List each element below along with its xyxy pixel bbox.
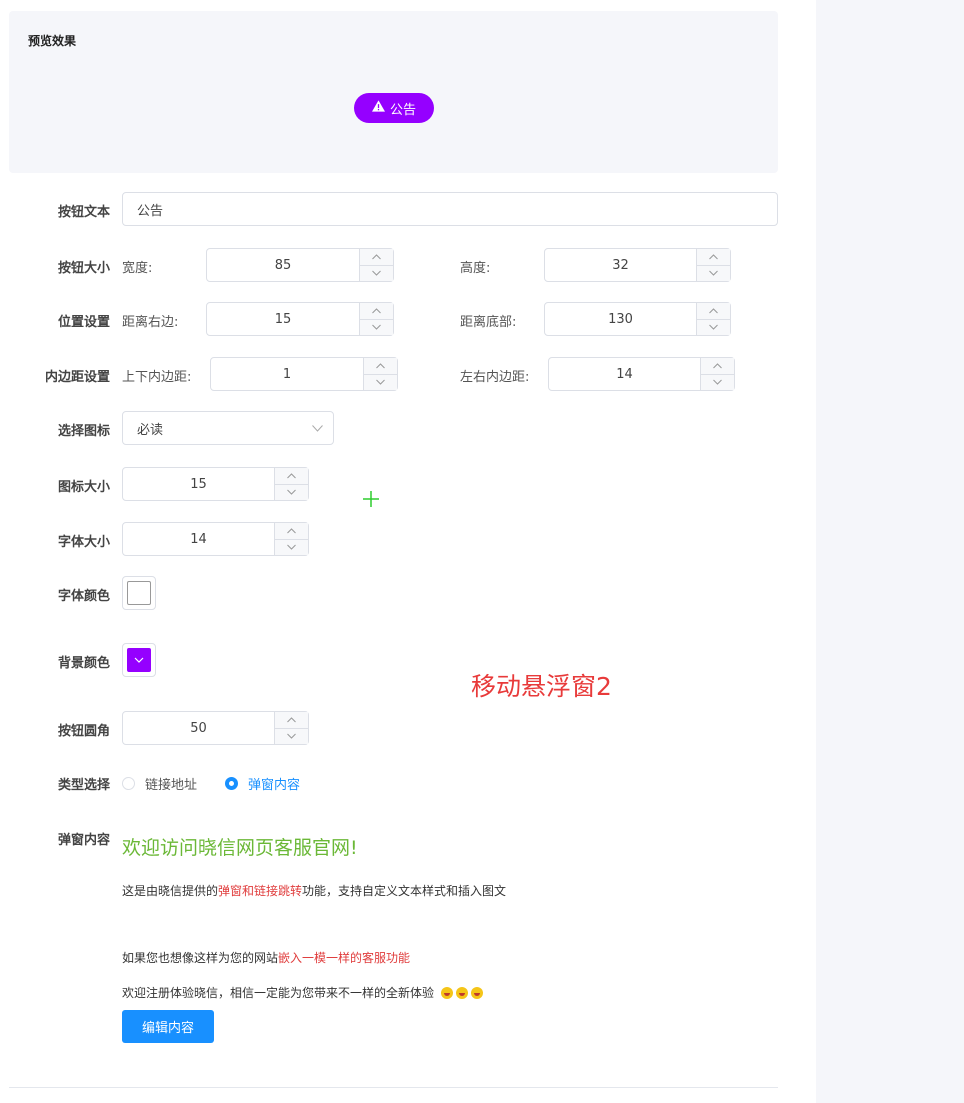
- font-size-label: 字体大小: [57, 535, 110, 550]
- vertical-padding-stepper[interactable]: 1: [210, 357, 398, 391]
- popup-line-1-red: 弹窗和链接跳转: [218, 884, 303, 898]
- horizontal-padding-label: 左右内边距:: [460, 370, 530, 385]
- chevron-down-icon[interactable]: [360, 318, 393, 336]
- padding-label: 内边距设置: [44, 370, 110, 385]
- bottom-distance-label: 距离底部:: [460, 315, 517, 330]
- right-distance-stepper[interactable]: 15: [206, 302, 394, 336]
- horizontal-padding-value: 14: [616, 366, 633, 382]
- chevron-down-icon[interactable]: [275, 483, 308, 501]
- font-color-swatch: [127, 581, 151, 605]
- chevron-up-icon[interactable]: [360, 303, 393, 319]
- chevron-down-icon[interactable]: [697, 318, 730, 336]
- chevron-up-icon[interactable]: [697, 303, 730, 319]
- radio-circle-checked: [225, 777, 238, 790]
- popup-line-2-pre: 如果您也想像这样为您的网站: [122, 951, 279, 965]
- icon-select-label: 选择图标: [57, 424, 110, 439]
- divider: [9, 1087, 778, 1088]
- popup-line-3: 欢迎注册体验晓信，相信一定能为您带来不一样的全新体验: [122, 984, 483, 1001]
- button-size-label: 按钮大小: [57, 261, 110, 276]
- radio-circle: [122, 777, 135, 790]
- crosshair-cursor-icon: [363, 491, 379, 507]
- chevron-up-icon[interactable]: [275, 712, 308, 728]
- chevron-down-icon[interactable]: [275, 538, 308, 556]
- button-text-input[interactable]: 公告: [122, 192, 778, 226]
- chevron-up-icon[interactable]: [701, 358, 734, 374]
- popup-line-3-text: 欢迎注册体验晓信，相信一定能为您带来不一样的全新体验: [122, 986, 435, 1000]
- icon-size-value: 15: [190, 476, 207, 492]
- bottom-distance-value: 130: [608, 311, 633, 327]
- position-label: 位置设置: [57, 315, 110, 330]
- radius-label: 按钮圆角: [57, 724, 110, 739]
- icon-select-value: 必读: [137, 422, 164, 438]
- font-color-picker[interactable]: [122, 576, 156, 610]
- chevron-down-icon[interactable]: [364, 373, 397, 391]
- font-color-label: 字体颜色: [57, 589, 110, 604]
- icon-select[interactable]: 必读: [122, 411, 334, 445]
- icon-size-stepper[interactable]: 15: [122, 467, 309, 501]
- preview-notice-button[interactable]: 公告: [354, 93, 434, 123]
- popup-line-2: 如果您也想像这样为您的网站嵌入一模一样的客服功能: [122, 949, 410, 966]
- preview-button-label: 公告: [389, 102, 416, 118]
- chevron-down-icon: [134, 657, 144, 663]
- preview-title: 预览效果: [28, 34, 77, 48]
- chevron-down-icon[interactable]: [701, 373, 734, 391]
- bg-color-label: 背景颜色: [57, 656, 110, 671]
- vertical-padding-label: 上下内边距:: [122, 370, 192, 385]
- popup-line-1-post: 功能，支持自定义文本样式和插入图文: [302, 884, 507, 898]
- popup-content-label: 弹窗内容: [57, 833, 110, 848]
- radio-link-option[interactable]: 链接地址: [122, 774, 197, 793]
- watermark-text: 移动悬浮窗2: [471, 672, 612, 701]
- radius-stepper[interactable]: 50: [122, 711, 309, 745]
- width-value: 85: [274, 257, 292, 273]
- chevron-down-icon: [312, 421, 323, 436]
- popup-line-2-red: 嵌入一模一样的客服功能: [278, 951, 411, 965]
- chevron-down-icon[interactable]: [697, 264, 730, 282]
- radio-popup-option[interactable]: 弹窗内容: [225, 774, 300, 793]
- type-label: 类型选择: [57, 778, 110, 793]
- radius-value: 50: [190, 720, 207, 736]
- edit-content-button[interactable]: 编辑内容: [122, 1010, 214, 1043]
- bg-color-swatch: [127, 648, 151, 672]
- font-size-stepper[interactable]: 14: [122, 522, 309, 556]
- right-side-panel: [816, 0, 964, 1103]
- right-distance-label: 距离右边:: [122, 315, 179, 330]
- warning-icon: [371, 100, 385, 116]
- grinning-emoji-icon: [470, 987, 483, 999]
- font-size-value: 14: [190, 531, 207, 547]
- preview-area: 预览效果 公告: [9, 11, 778, 173]
- chevron-up-icon[interactable]: [364, 358, 397, 374]
- right-distance-value: 15: [274, 311, 292, 327]
- chevron-up-icon[interactable]: [275, 523, 308, 539]
- popup-line-1: 这是由晓信提供的弹窗和链接跳转功能，支持自定义文本样式和插入图文: [122, 882, 506, 899]
- height-label: 高度:: [460, 261, 491, 276]
- horizontal-padding-stepper[interactable]: 14: [548, 357, 735, 391]
- grinning-emoji-icon: [440, 987, 453, 999]
- grinning-emoji-icon: [455, 987, 468, 999]
- radio-link-label: 链接地址: [145, 778, 198, 793]
- chevron-down-icon[interactable]: [360, 264, 393, 282]
- height-stepper[interactable]: 32: [544, 248, 731, 282]
- chevron-up-icon[interactable]: [275, 468, 308, 484]
- bg-color-picker[interactable]: [122, 643, 156, 677]
- height-value: 32: [612, 257, 629, 273]
- button-text-value: 公告: [137, 203, 164, 219]
- chevron-down-icon[interactable]: [275, 727, 308, 745]
- button-text-label: 按钮文本: [57, 205, 110, 220]
- bottom-distance-stepper[interactable]: 130: [544, 302, 731, 336]
- width-stepper[interactable]: 85: [206, 248, 394, 282]
- chevron-up-icon[interactable]: [360, 249, 393, 265]
- popup-title: 欢迎访问晓信网页客服官网!: [122, 837, 358, 859]
- width-label: 宽度:: [122, 261, 153, 276]
- vertical-padding-value: 1: [282, 366, 292, 382]
- popup-line-1-pre: 这是由晓信提供的: [122, 884, 219, 898]
- chevron-up-icon[interactable]: [697, 249, 730, 265]
- icon-size-label: 图标大小: [57, 480, 110, 495]
- radio-popup-label: 弹窗内容: [248, 778, 301, 793]
